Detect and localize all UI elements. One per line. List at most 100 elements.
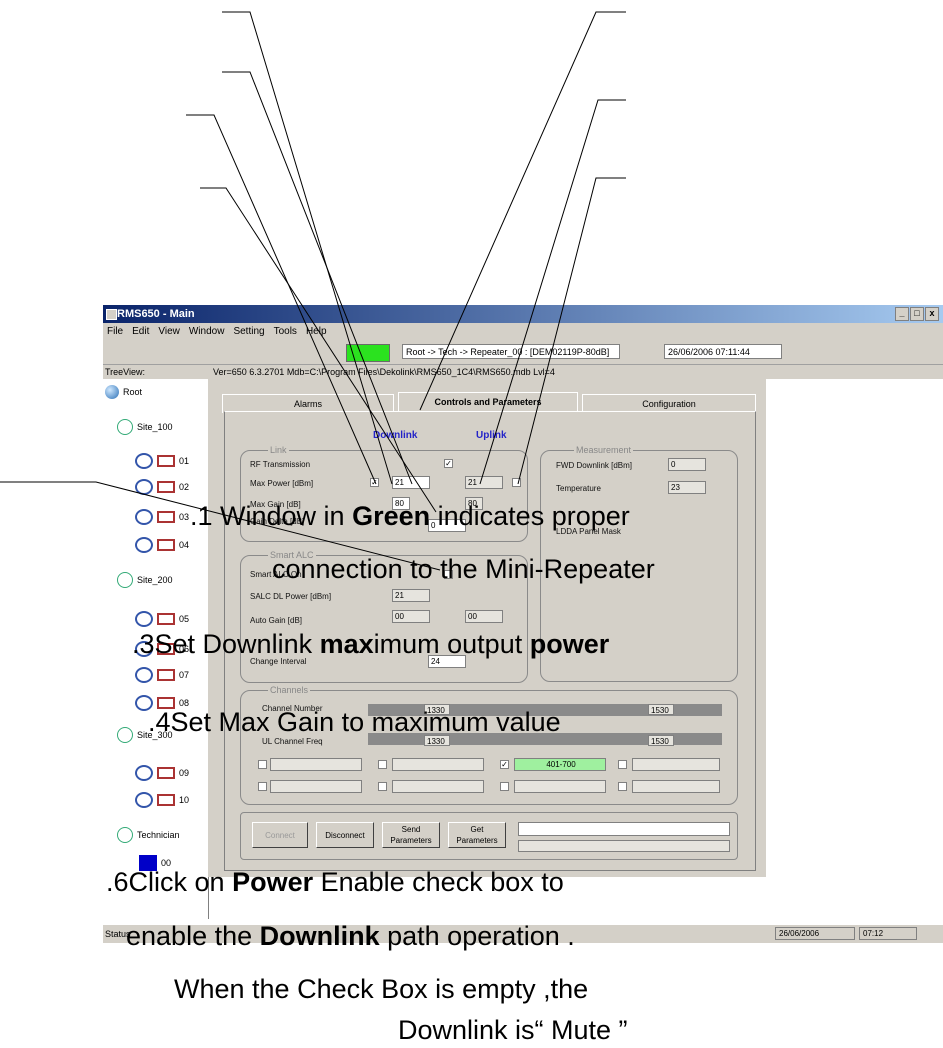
status-date: 26/06/2006 xyxy=(775,927,855,940)
max-power-label: Max Power [dBm] xyxy=(250,479,314,488)
caption-6-suffix: Enable check box to xyxy=(313,867,564,897)
max-power-dl-select[interactable]: 21 xyxy=(392,476,430,489)
band-field-active: 401-700 xyxy=(514,758,606,771)
menu-edit[interactable]: Edit xyxy=(132,323,149,341)
ul-channel-freq-radio[interactable]: UL Channel Freq xyxy=(262,737,323,746)
caption-6-bold: Power xyxy=(232,867,314,897)
tab-controls-and-parameters[interactable]: Controls and Parameters xyxy=(398,392,578,413)
tree-site-label: Site_100 xyxy=(137,422,173,432)
tree-device[interactable]: 09 xyxy=(135,765,189,781)
menu-tools[interactable]: Tools xyxy=(274,323,297,341)
get-parameters-button[interactable]: Get Parameters xyxy=(448,822,506,848)
tree-device[interactable]: 03 xyxy=(135,509,189,525)
treeview-label: TreeView: xyxy=(105,367,146,377)
band-checkbox[interactable] xyxy=(258,782,267,791)
tree-root[interactable]: Root xyxy=(105,385,142,399)
tree-device-label: 02 xyxy=(179,482,190,492)
menu-file[interactable]: File xyxy=(107,323,123,341)
temperature-label: Temperature xyxy=(556,484,601,493)
uplink-header: Uplink xyxy=(476,430,507,441)
tree-device-label: 01 xyxy=(179,456,190,466)
band-checkbox[interactable] xyxy=(258,760,267,769)
band-checkbox[interactable] xyxy=(378,782,387,791)
caption-4: .4Set Max Gain to maximum value xyxy=(148,707,561,737)
channel-value: 1530 xyxy=(648,735,674,746)
auto-gain-label: Auto Gain [dB] xyxy=(250,616,303,625)
repeater-icon xyxy=(135,453,153,469)
caption-1: .1 Window in Green indicates proper xyxy=(190,500,630,532)
maximize-button[interactable]: □ xyxy=(910,307,924,321)
band-field xyxy=(392,780,484,793)
caption-1-suffix: indicates proper xyxy=(430,501,630,531)
globe-icon xyxy=(105,385,119,399)
rf-transmission-label: RF Transmission xyxy=(250,460,311,469)
repeater-icon xyxy=(135,479,153,495)
menu-view[interactable]: View xyxy=(158,323,180,341)
tree-site[interactable]: Site_200 xyxy=(117,572,173,588)
tree-site[interactable]: Site_100 xyxy=(117,419,173,435)
band-checkbox[interactable]: ✓ xyxy=(500,760,509,769)
salc-dl-power-label: SALC DL Power [dBm] xyxy=(250,592,332,601)
caption-3: .3Set Downlink maximum output power xyxy=(132,628,609,660)
window-title-bar[interactable]: RMS650 - Main _ □ x xyxy=(103,305,943,323)
connect-button[interactable]: Connect xyxy=(252,822,308,848)
connection-status-indicator xyxy=(346,344,390,362)
device-icon xyxy=(157,794,175,806)
caption-1-prefix: .1 Window in xyxy=(190,501,353,531)
tree-technician[interactable]: Technician xyxy=(117,827,180,843)
datetime-field: 26/06/2006 07:11:44 xyxy=(664,344,782,359)
site-icon xyxy=(117,727,133,743)
tree-device[interactable]: 05 xyxy=(135,611,189,627)
menu-help[interactable]: Help xyxy=(306,323,327,341)
max-power-ul-field[interactable]: 21 xyxy=(465,476,503,489)
tree-device-label: 04 xyxy=(179,540,190,550)
menu-window[interactable]: Window xyxy=(189,323,225,341)
device-icon xyxy=(157,669,175,681)
site-icon xyxy=(117,572,133,588)
caption-6d: Downlink is“ Mute ” xyxy=(398,1015,628,1045)
site-icon xyxy=(117,419,133,435)
device-icon xyxy=(157,539,175,551)
band-checkbox[interactable] xyxy=(618,760,627,769)
salc-dl-power-field[interactable]: 21 xyxy=(392,589,430,602)
tree-device[interactable]: 01 xyxy=(135,453,189,469)
menu-setting[interactable]: Setting xyxy=(233,323,264,341)
tree-root-label: Root xyxy=(123,387,143,397)
status-time: 07:12 xyxy=(859,927,917,940)
repeater-icon xyxy=(135,611,153,627)
repeater-icon xyxy=(135,537,153,553)
band-field xyxy=(392,758,484,771)
tree-device[interactable]: 04 xyxy=(135,537,189,553)
uplink-power-checkbox[interactable] xyxy=(512,478,521,487)
minimize-button[interactable]: _ xyxy=(895,307,909,321)
caption-1-line2: connection to the Mini-Repeater xyxy=(272,554,655,584)
caption-6b-suffix: path operation . xyxy=(379,921,575,951)
tree-device-label: 05 xyxy=(179,614,190,624)
device-icon xyxy=(157,767,175,779)
fwd-downlink-value: 0 xyxy=(668,458,706,471)
tree-device[interactable]: 07 xyxy=(135,667,189,683)
close-button[interactable]: x xyxy=(925,307,939,321)
band-checkbox[interactable] xyxy=(378,760,387,769)
band-field xyxy=(514,780,606,793)
disconnect-button[interactable]: Disconnect xyxy=(316,822,374,848)
band-checkbox[interactable] xyxy=(500,782,509,791)
tree-device-label: 09 xyxy=(179,768,190,778)
downlink-power-enable-checkbox[interactable]: ✓ xyxy=(370,478,379,487)
tree-device[interactable]: 10 xyxy=(135,792,189,808)
band-field xyxy=(632,780,720,793)
caption-3-bold: power xyxy=(529,629,610,659)
tree-device[interactable]: 02 xyxy=(135,479,189,495)
send-parameters-button[interactable]: Send Parameters xyxy=(382,822,440,848)
auto-gain-dl-field: 00 xyxy=(392,610,430,623)
tree-technician-label: Technician xyxy=(137,830,180,840)
uplink-rf-checkbox[interactable]: ✓ xyxy=(444,459,453,468)
band-checkbox[interactable] xyxy=(618,782,627,791)
device-icon xyxy=(157,455,175,467)
caption-6b: enable the Downlink path operation . xyxy=(126,920,575,952)
tree-device-label: 03 xyxy=(179,512,190,522)
progress-bar xyxy=(518,840,730,852)
caption-6c: When the Check Box is empty ,the xyxy=(174,974,589,1004)
site-icon xyxy=(117,827,133,843)
caption-6b-prefix: enable the xyxy=(126,921,260,951)
